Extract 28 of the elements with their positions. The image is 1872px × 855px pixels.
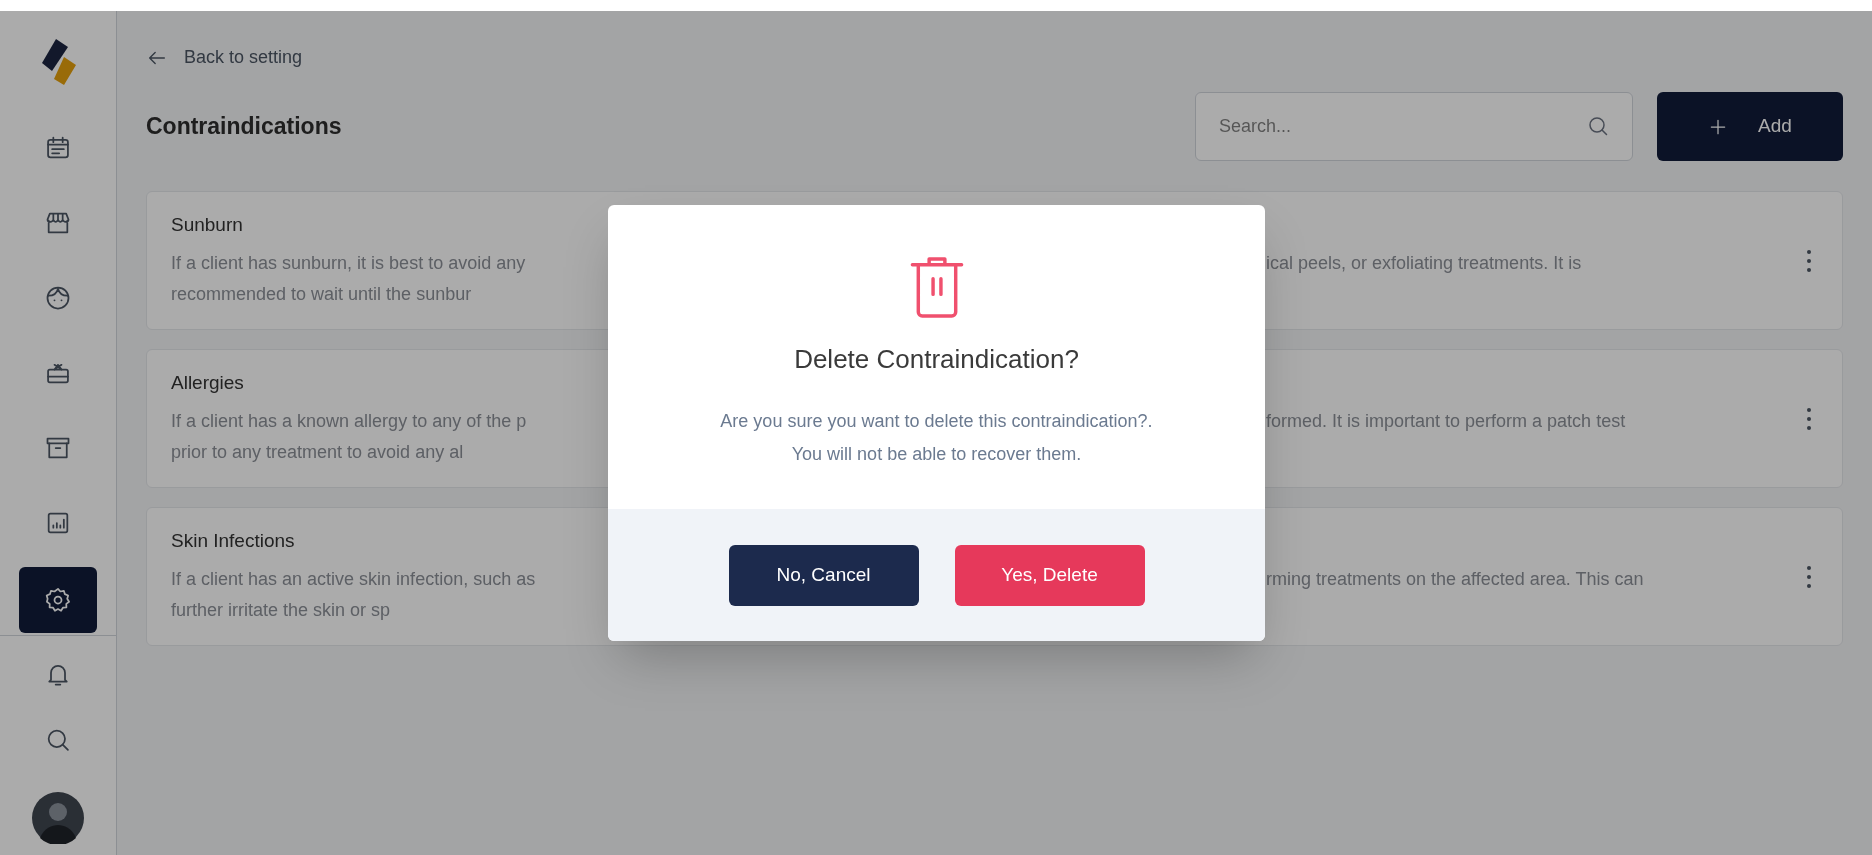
settings-icon bbox=[44, 586, 72, 614]
card-description: recommended to wait until the sunbur bbox=[171, 283, 472, 304]
more-options-icon[interactable] bbox=[1806, 563, 1812, 590]
search-icon bbox=[1586, 114, 1610, 138]
card-description: formed. It is important to perform a patch test bbox=[1266, 409, 1626, 433]
card-description: ical peels, or exfoliating treatments. It is bbox=[1266, 251, 1582, 275]
sidebar-item[interactable] bbox=[19, 567, 97, 633]
trash-icon bbox=[908, 255, 965, 318]
more-options-icon[interactable] bbox=[1806, 247, 1812, 274]
avatar[interactable] bbox=[32, 792, 84, 844]
search-field[interactable]: Search... bbox=[1195, 92, 1633, 161]
delete-button[interactable]: Yes, Delete bbox=[954, 544, 1145, 606]
card-title: Skin Infections bbox=[171, 529, 295, 554]
card-description: rming treatments on the affected area. This can bbox=[1266, 567, 1644, 591]
card-description: further irritate the skin or sp bbox=[171, 599, 391, 620]
dialog-title: Delete Contraindication? bbox=[794, 343, 1079, 376]
cancel-button[interactable]: No, Cancel bbox=[728, 544, 919, 606]
add-button[interactable]: Add bbox=[1657, 92, 1843, 161]
back-link[interactable]: Back to setting bbox=[146, 44, 1843, 71]
card-description: If a client has a known allergy to any of the p bbox=[171, 410, 527, 431]
card-description: If a client has sunburn, it is best to avoid any bbox=[171, 252, 526, 273]
more-options-icon[interactable] bbox=[1806, 405, 1812, 432]
card-title: Sunburn bbox=[171, 213, 243, 238]
card-title: Allergies bbox=[171, 371, 244, 396]
card-description: prior to any treatment to avoid any al bbox=[171, 441, 464, 462]
dialog-message: Are you sure you want to delete this contraindication?. You will not be able to recover them. bbox=[720, 410, 1153, 466]
page-title: Contraindications bbox=[146, 112, 343, 142]
card-description: If a client has an active skin infection, such as bbox=[171, 568, 536, 589]
